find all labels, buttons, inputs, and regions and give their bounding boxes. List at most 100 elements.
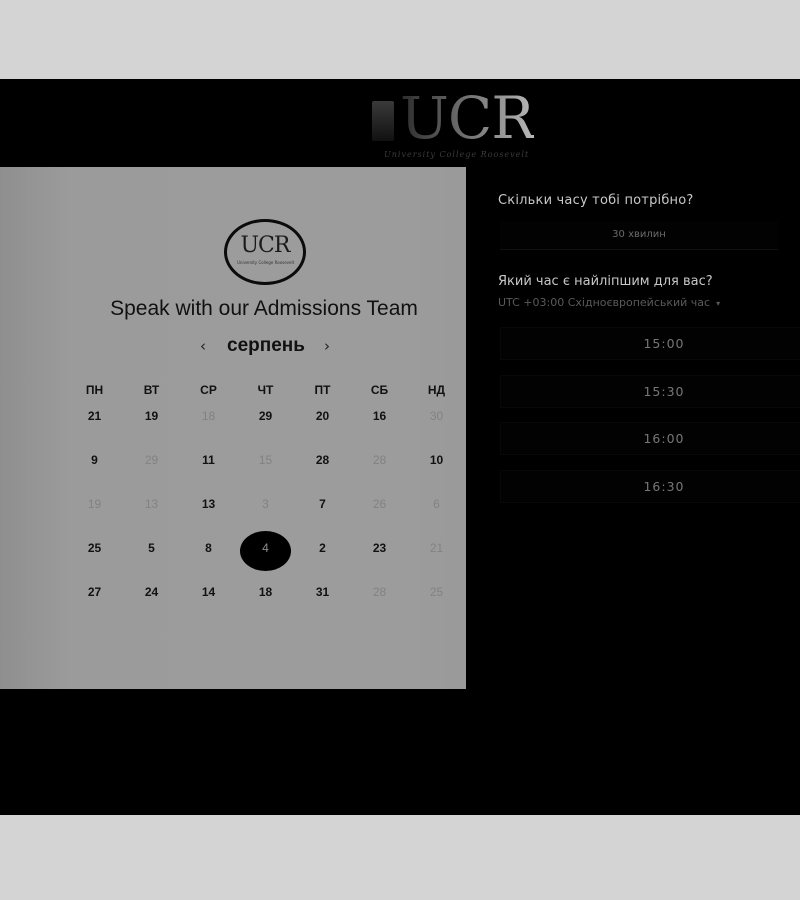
calendar-day[interactable]: 29 xyxy=(237,399,294,443)
calendar-day-number: 27 xyxy=(87,585,102,599)
logo-tagline: University College Roosevelt xyxy=(384,150,530,159)
calendar-day[interactable]: 13 xyxy=(180,487,237,531)
booking-page: UCR University College Roosevelt UCR Uni… xyxy=(0,79,800,815)
calendar-day-number: 9 xyxy=(91,453,98,467)
calendar-day-selected[interactable]: 4 xyxy=(237,531,294,575)
time-question: Який час є найліпшим для вас? xyxy=(498,274,713,289)
weekday-label: СБ xyxy=(370,383,389,397)
month-label: серпень xyxy=(227,335,305,356)
calendar-day-number: 13 xyxy=(144,497,159,511)
calendar-day: 13 xyxy=(123,487,180,531)
calendar-day[interactable]: 21 xyxy=(66,399,123,443)
chevron-left-icon[interactable]: ‹ xyxy=(196,335,210,357)
calendar-day-number: 8 xyxy=(205,541,212,555)
weekday-label: НД xyxy=(427,383,446,397)
page-title: Speak with our Admissions Team xyxy=(110,297,418,320)
calendar-day-number: 11 xyxy=(202,453,215,467)
calendar-day-number: 30 xyxy=(429,409,444,423)
weekday-header: ПН ВТ СР ЧТ ПТ СБ НД xyxy=(66,383,466,399)
calendar-day-number: 6 xyxy=(433,497,440,511)
weekday-label: ВТ xyxy=(143,383,160,397)
weekday-label: ЧТ xyxy=(257,383,274,397)
calendar-day-number: 28 xyxy=(372,453,387,467)
calendar-day[interactable]: 5 xyxy=(123,531,180,575)
calendar-day[interactable]: 16 xyxy=(351,399,408,443)
timezone-select[interactable]: UTC +03:00 Східноєвропейський час ▾ xyxy=(498,296,720,309)
chevron-down-icon: ▾ xyxy=(716,299,721,308)
calendar-day-number: 31 xyxy=(315,585,330,599)
calendar-day[interactable]: 23 xyxy=(351,531,408,575)
calendar-day-number: 21 xyxy=(87,409,102,423)
calendar-week-row: 21 19 18 29 20 16 30 xyxy=(66,399,466,443)
time-slot-button[interactable]: 15:00 xyxy=(500,327,800,360)
calendar-day-number: 5 xyxy=(148,541,155,555)
calendar-day[interactable]: 10 xyxy=(408,443,465,487)
calendar-day: 26 xyxy=(351,487,408,531)
calendar-day[interactable]: 7 xyxy=(294,487,351,531)
calendar-day-number: 10 xyxy=(429,453,444,467)
calendar-day-number: 3 xyxy=(262,497,269,511)
bottom-band xyxy=(0,815,800,900)
calendar-day[interactable]: 9 xyxy=(66,443,123,487)
calendar-day: 25 xyxy=(408,575,465,619)
calendar-day[interactable]: 18 xyxy=(237,575,294,619)
calendar-day-number: 20 xyxy=(315,409,330,423)
calendar-week-row: 19 13 13 3 7 26 6 xyxy=(66,487,466,531)
calendar-day: 18 xyxy=(180,399,237,443)
calendar-day[interactable]: 19 xyxy=(123,399,180,443)
calendar-week-row: 9 29 11 15 28 28 10 xyxy=(66,443,466,487)
weekday-label: СР xyxy=(200,383,217,397)
calendar-day[interactable]: 24 xyxy=(123,575,180,619)
calendar-day-number: 26 xyxy=(372,497,387,511)
calendar-day[interactable]: 11 xyxy=(180,443,237,487)
calendar-day-number: 21 xyxy=(429,541,444,555)
calendar-day[interactable]: 14 xyxy=(180,575,237,619)
calendar-day-number: 19 xyxy=(144,409,159,423)
calendar-day: 19 xyxy=(66,487,123,531)
time-slot-button[interactable]: 16:30 xyxy=(500,469,800,503)
calendar-day-number: 23 xyxy=(372,541,387,555)
ucr-header-logo: UCR University College Roosevelt xyxy=(366,84,566,159)
calendar-day[interactable]: 27 xyxy=(66,575,123,619)
calendar-day-number: 14 xyxy=(201,585,216,599)
calendar-day[interactable]: 8 xyxy=(180,531,237,575)
calendar-day[interactable]: 31 xyxy=(294,575,351,619)
calendar-day-number: 19 xyxy=(87,497,102,511)
calendar-day: 28 xyxy=(351,575,408,619)
calendar-day: 29 xyxy=(123,443,180,487)
calendar-day-number: 29 xyxy=(144,453,159,467)
calendar-week-row: 25 5 8 4 2 23 21 xyxy=(66,531,466,575)
time-slot-list: 15:00 15:30 16:00 16:30 xyxy=(500,327,800,517)
card-logo-caption: University College Roosevelt xyxy=(237,260,295,265)
duration-question: Скільки часу тобі потрібно? xyxy=(498,193,694,208)
calendar-day: 3 xyxy=(237,487,294,531)
calendar-day[interactable]: 2 xyxy=(294,531,351,575)
chevron-right-icon[interactable]: › xyxy=(320,335,334,357)
time-slot-button[interactable]: 15:30 xyxy=(500,374,800,408)
duration-select[interactable]: 30 хвилин xyxy=(500,221,778,250)
calendar-day-number: 16 xyxy=(372,409,387,423)
calendar-day-number: 18 xyxy=(201,409,216,423)
logo-building-icon xyxy=(372,101,394,141)
calendar-day-number: 18 xyxy=(258,585,273,599)
calendar-day-number: 15 xyxy=(258,453,273,467)
time-slot-button[interactable]: 16:00 xyxy=(500,422,800,455)
calendar-day[interactable]: 20 xyxy=(294,399,351,443)
calendar-card: UCR University College Roosevelt Speak w… xyxy=(0,167,466,689)
calendar-day-number: 25 xyxy=(429,585,444,599)
calendar-day[interactable]: 25 xyxy=(66,531,123,575)
calendar-day-number: 28 xyxy=(315,453,330,467)
calendar-day-number: 2 xyxy=(319,541,326,555)
calendar-day-number: 7 xyxy=(319,497,326,511)
logo-wordmark: UCR xyxy=(400,84,535,152)
weekday-label: ПН xyxy=(85,383,104,397)
month-navigation: ‹ серпень › xyxy=(196,335,336,361)
top-band xyxy=(0,0,800,79)
calendar-week-row: 27 24 14 18 31 28 25 xyxy=(66,575,466,619)
calendar-day-number: 25 xyxy=(87,541,102,555)
calendar-day: 21 xyxy=(408,531,465,575)
calendar-grid: 21 19 18 29 20 16 30 9 29 11 15 28 28 10 19 13 13 3 7 26 6 25… xyxy=(66,399,466,619)
calendar-day[interactable]: 28 xyxy=(294,443,351,487)
card-logo-badge: UCR University College Roosevelt xyxy=(224,219,306,285)
calendar-day-number: 28 xyxy=(372,585,387,599)
